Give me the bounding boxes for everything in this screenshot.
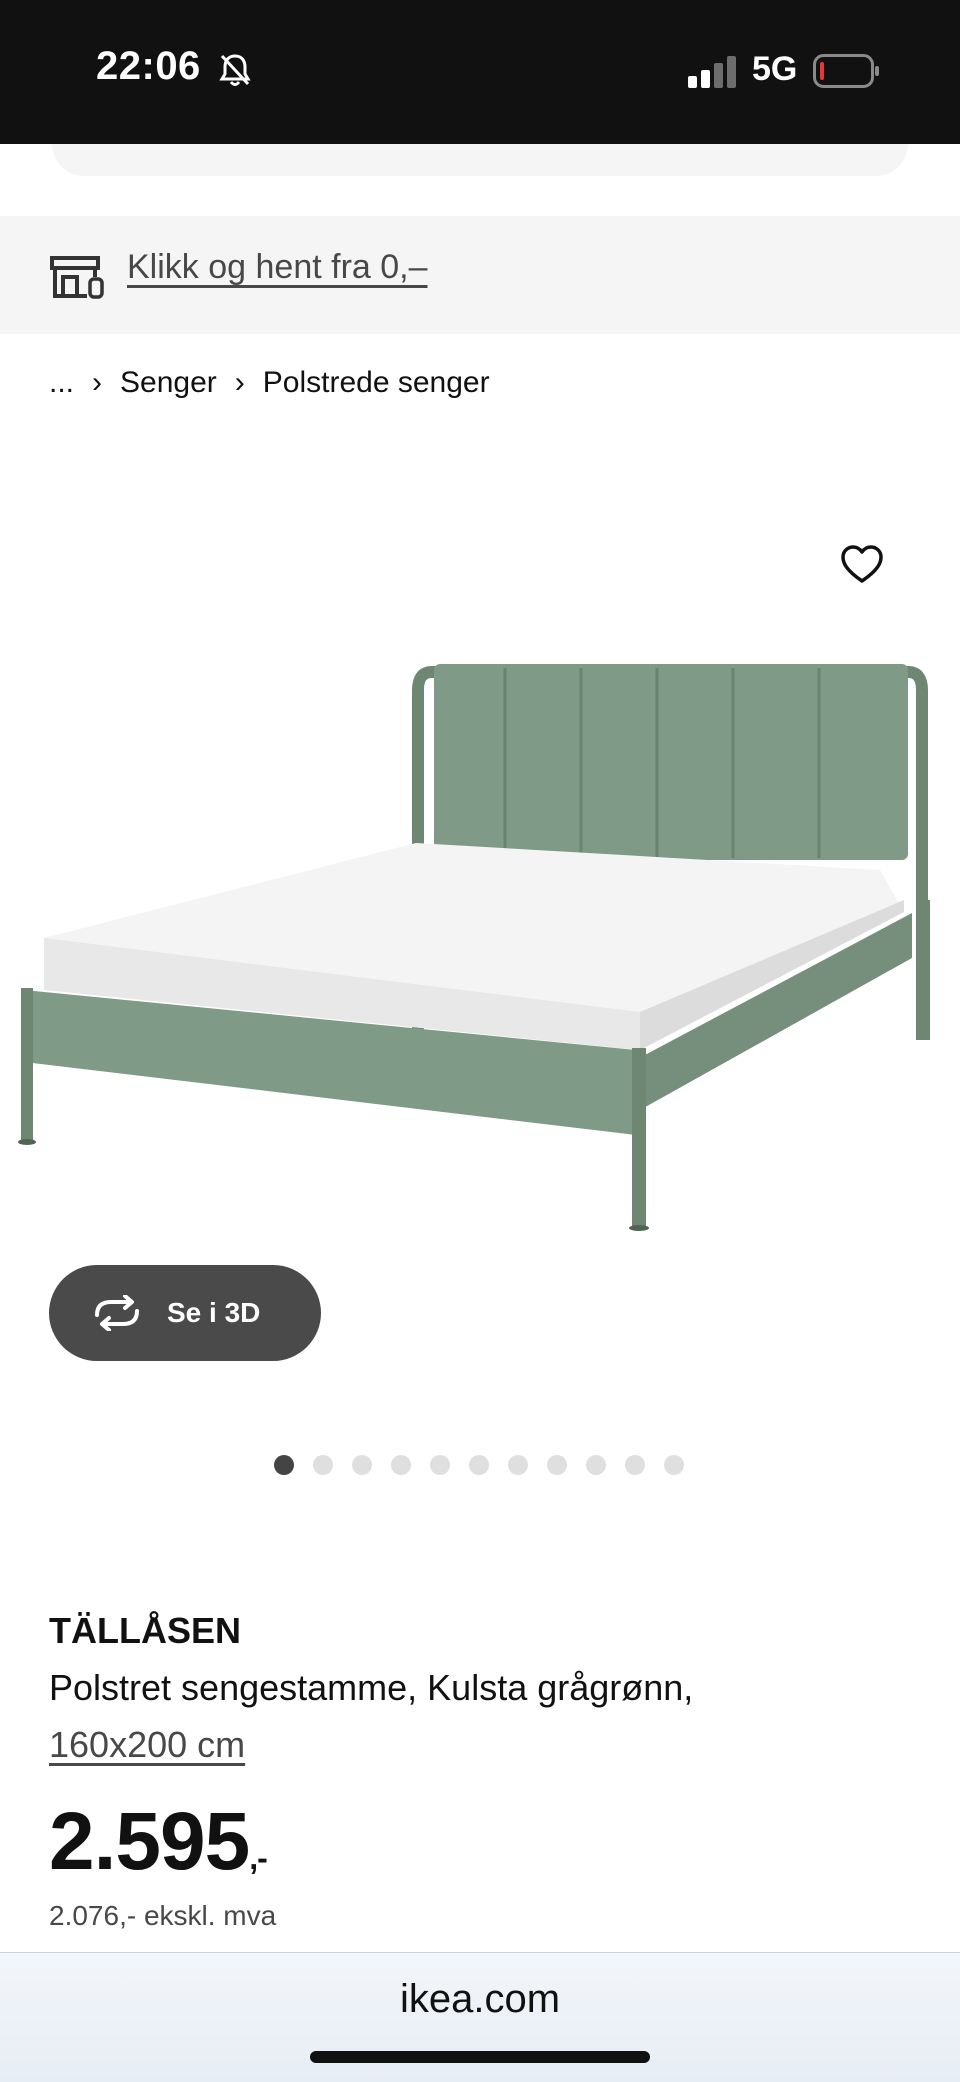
carousel-dot[interactable] xyxy=(547,1455,567,1475)
rotate-3d-icon xyxy=(95,1295,139,1331)
chevron-right-icon: › xyxy=(234,366,245,399)
carousel-dot[interactable] xyxy=(625,1455,645,1475)
carousel-dot[interactable] xyxy=(469,1455,489,1475)
heart-icon xyxy=(841,545,883,583)
url-text[interactable]: ikea.com xyxy=(0,1977,960,2022)
network-label: 5G xyxy=(752,50,798,88)
product-description: Polstret sengestamme, Kulsta grågrønn, xyxy=(49,1667,694,1708)
breadcrumb-item-polstrede-senger[interactable]: Polstrede senger xyxy=(263,366,490,400)
home-indicator-bar xyxy=(310,2051,650,2063)
carousel-dot[interactable] xyxy=(274,1455,294,1475)
chevron-right-icon: › xyxy=(92,366,103,399)
view-3d-button[interactable]: Se i 3D xyxy=(49,1265,321,1361)
battery-icon xyxy=(813,54,881,93)
product-price: 2.595,- xyxy=(49,1795,268,1889)
product-image[interactable] xyxy=(0,600,960,1300)
breadcrumb-item-senger[interactable]: Senger xyxy=(120,366,217,400)
carousel-dot[interactable] xyxy=(664,1455,684,1475)
carousel-dot[interactable] xyxy=(508,1455,528,1475)
product-name: TÄLLÅSEN xyxy=(49,1610,241,1651)
price-value: 2.595 xyxy=(49,1796,250,1887)
search-bar-remnant xyxy=(52,144,908,176)
price-suffix: ,- xyxy=(249,1840,268,1876)
carousel-dot[interactable] xyxy=(352,1455,372,1475)
store-icon xyxy=(49,255,105,304)
image-carousel-dots xyxy=(274,1455,703,1475)
price-excluding-vat: 2.076,- ekskl. mva xyxy=(49,1900,277,1931)
breadcrumb-ellipsis[interactable]: ... xyxy=(49,366,74,400)
carousel-dot[interactable] xyxy=(391,1455,411,1475)
breadcrumb: ... › Senger › Polstrede senger xyxy=(49,366,490,400)
product-size-link[interactable]: 160x200 cm xyxy=(49,1724,245,1766)
favorite-button[interactable] xyxy=(838,540,886,588)
carousel-dot[interactable] xyxy=(430,1455,450,1475)
carousel-dot[interactable] xyxy=(586,1455,606,1475)
view-3d-label: Se i 3D xyxy=(167,1297,261,1328)
status-time: 22:06 xyxy=(96,44,201,88)
status-bar: 22:06 5G xyxy=(0,0,960,144)
bell-muted-icon xyxy=(218,52,252,93)
signal-icon xyxy=(688,56,740,93)
click-and-collect-link[interactable]: Klikk og hent fra 0,– xyxy=(127,248,428,287)
carousel-dot[interactable] xyxy=(313,1455,333,1475)
